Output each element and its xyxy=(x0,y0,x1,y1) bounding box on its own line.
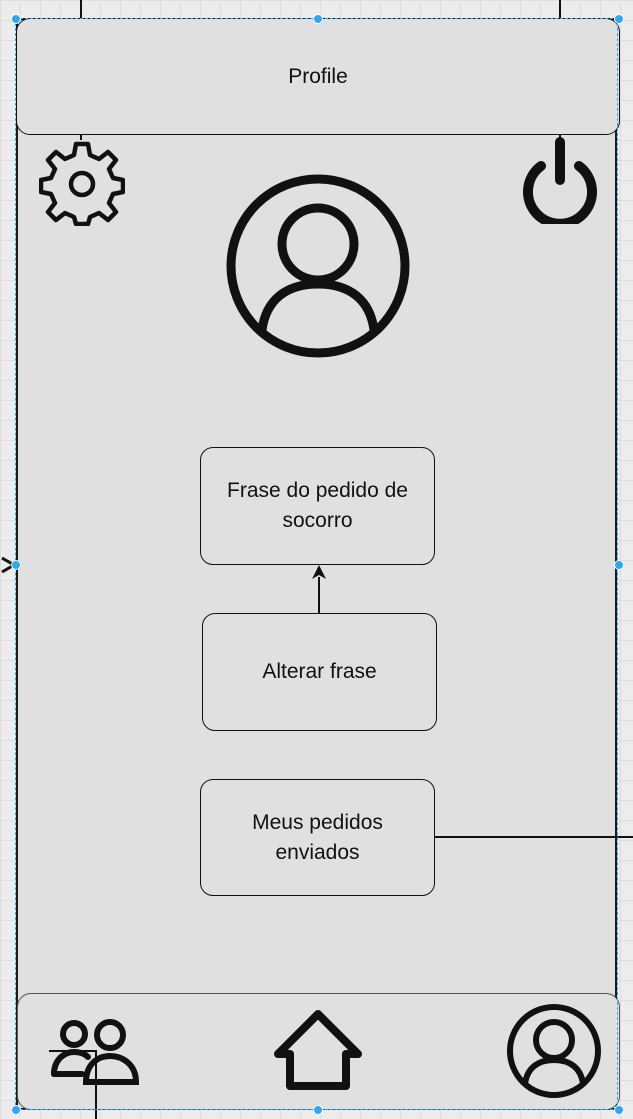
selection-outline xyxy=(15,18,618,1110)
selection-handle[interactable] xyxy=(313,14,323,24)
selection-handle[interactable] xyxy=(11,1105,21,1115)
selection-handle[interactable] xyxy=(11,14,21,24)
selection-handle[interactable] xyxy=(614,560,624,570)
selection-handle[interactable] xyxy=(614,1105,624,1115)
selection-handle[interactable] xyxy=(614,14,624,24)
selection-handle[interactable] xyxy=(313,1105,323,1115)
selection-handle[interactable] xyxy=(11,560,21,570)
